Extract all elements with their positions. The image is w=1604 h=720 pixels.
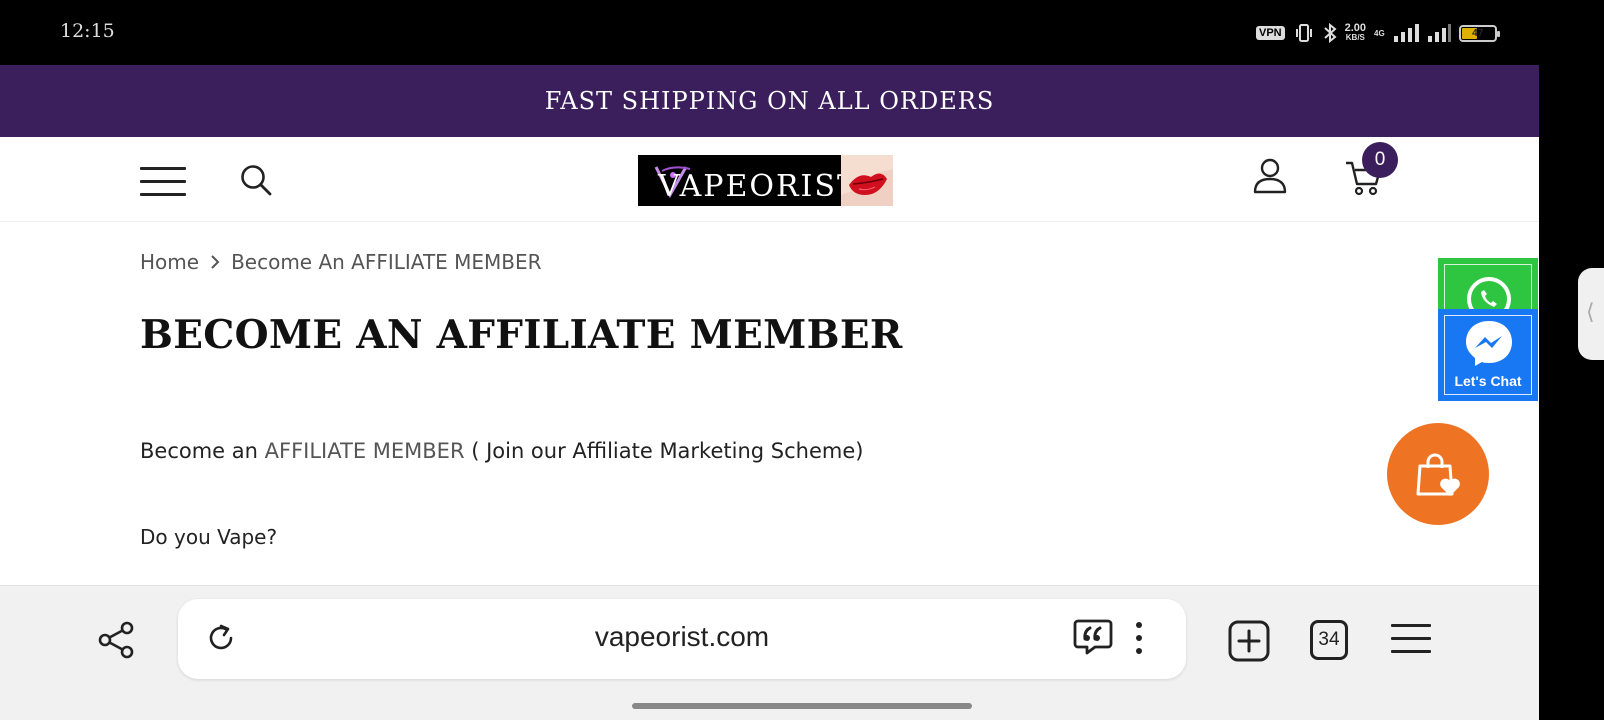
intro-after: ( Join our Affiliate Marketing Scheme) xyxy=(464,439,864,463)
wishlist-button[interactable] xyxy=(1387,423,1489,525)
breadcrumb-home[interactable]: Home xyxy=(140,250,199,274)
page-title: BECOME AN AFFILIATE MEMBER xyxy=(140,312,903,358)
chevron-right-icon xyxy=(211,255,220,269)
intro-text: Become an AFFILIATE MEMBER ( Join our Af… xyxy=(140,439,863,463)
battery-level: 47 xyxy=(1472,27,1484,39)
battery-icon: 47 xyxy=(1458,24,1500,42)
browser-menu-button[interactable] xyxy=(1391,624,1431,654)
more-vertical-icon[interactable] xyxy=(1133,621,1145,655)
address-bar[interactable]: vapeorist.com xyxy=(178,599,1186,679)
signal-icon xyxy=(1393,24,1419,42)
tab-count-button[interactable]: 34 xyxy=(1310,620,1348,660)
question-text: Do you Vape? xyxy=(140,525,278,549)
url-text[interactable]: vapeorist.com xyxy=(178,621,1186,653)
home-indicator[interactable] xyxy=(632,703,972,709)
menu-button[interactable] xyxy=(140,167,186,197)
shopping-bag-heart-icon xyxy=(1416,453,1460,496)
cart-count-badge: 0 xyxy=(1362,142,1398,178)
announcement-bar: FAST SHIPPING ON ALL ORDERS xyxy=(0,65,1539,137)
plus-square-icon[interactable] xyxy=(1228,620,1270,662)
network-type: 4G xyxy=(1374,28,1385,38)
vibrate-icon xyxy=(1295,24,1312,42)
messenger-icon xyxy=(1466,321,1512,366)
bluetooth-icon xyxy=(1323,22,1337,44)
breadcrumb-current: Become An AFFILIATE MEMBER xyxy=(231,250,542,274)
search-icon[interactable] xyxy=(239,163,273,197)
intro-before: Become an xyxy=(140,439,265,463)
signal-icon-2 xyxy=(1427,24,1451,42)
edge-panel-handle[interactable]: ⟨ xyxy=(1578,268,1604,360)
site-logo[interactable]: VAPEORIST xyxy=(638,155,893,206)
browser-toolbar: vapeorist.com 34 xyxy=(0,585,1539,692)
quote-bubble-icon[interactable] xyxy=(1073,618,1113,656)
status-time: 12:15 xyxy=(60,20,115,42)
network-speed: 2.00 KB/S xyxy=(1345,23,1366,43)
breadcrumb: Home Become An AFFILIATE MEMBER xyxy=(140,250,542,274)
affiliate-member-link[interactable]: AFFILIATE MEMBER xyxy=(265,439,465,463)
messenger-label: Let's Chat xyxy=(1454,373,1522,389)
status-bar: 12:15 VPN 2.00 KB/S 4G 47 xyxy=(0,0,1604,65)
site-header: VAPEORIST 0 xyxy=(0,137,1539,222)
logo-lips-image xyxy=(841,155,893,206)
gesture-nav-bar xyxy=(0,692,1539,720)
messenger-chat-button[interactable]: Let's Chat xyxy=(1438,309,1538,401)
web-page: FAST SHIPPING ON ALL ORDERS VAPEORIST 0 … xyxy=(0,65,1539,585)
vpn-badge: VPN xyxy=(1256,26,1285,40)
speed-unit: KB/S xyxy=(1345,33,1365,42)
user-icon[interactable] xyxy=(1252,157,1288,195)
logo-text: VAPEORIST xyxy=(658,169,859,204)
status-icons: VPN 2.00 KB/S 4G 47 xyxy=(1256,20,1500,46)
share-icon[interactable] xyxy=(96,620,136,660)
